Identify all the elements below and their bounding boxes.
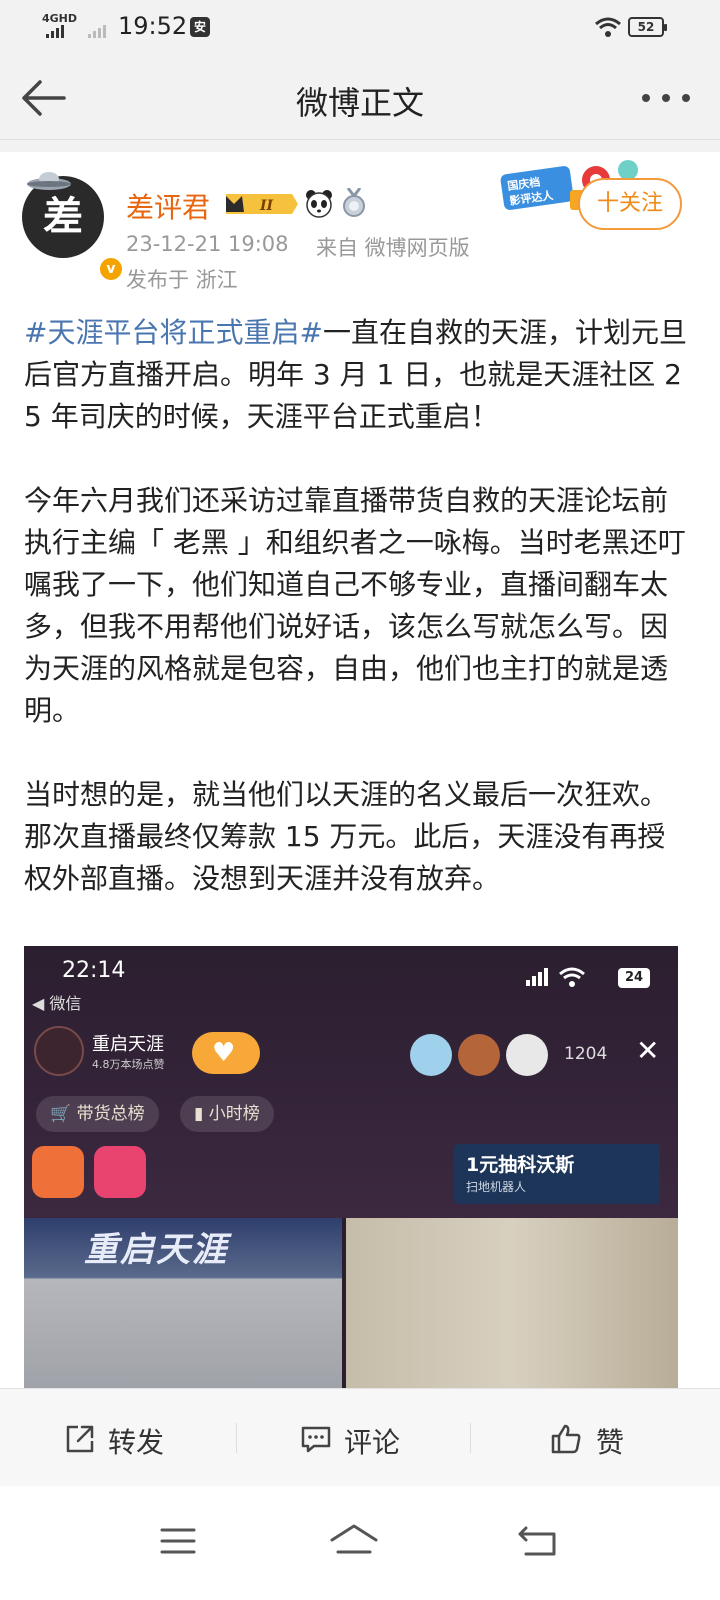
author-name[interactable]: 差评君: [126, 186, 210, 226]
promo-title: 1元抽科沃斯: [466, 1154, 575, 1176]
like-label: 赞: [596, 1426, 625, 1459]
like-button[interactable]: 赞: [480, 1389, 720, 1487]
level-text: II: [259, 198, 274, 214]
membership-level-icon: II: [226, 194, 298, 214]
post-location: 发布于 浙江: [126, 268, 238, 292]
chip-label: 小时榜: [208, 1104, 260, 1124]
sales-rank-chip: 🛒 带货总榜: [36, 1096, 159, 1132]
paragraph-text: 当时想的是，就当他们以天涯的名义最后一次狂欢。那次直播最终仅筹款 15 万元。此…: [24, 778, 669, 895]
follow-button[interactable]: 十关注: [578, 178, 682, 230]
comment-icon: [301, 1426, 331, 1453]
ufo-decoration-icon: [27, 172, 71, 190]
menu-icon[interactable]: [148, 1516, 208, 1566]
status-bar: 4GHD 19:52 安 52: [0, 0, 720, 58]
viewer-count: 1204: [564, 1044, 608, 1064]
post-source: 来自 微博网页版: [316, 236, 470, 260]
app-notification-icon: 安: [190, 17, 210, 37]
paragraph-3: 当时想的是，就当他们以天涯的名义最后一次狂欢。那次直播最终仅筹款 15 万元。此…: [24, 774, 692, 900]
follow-heart-button: ♥: [192, 1032, 260, 1074]
stream-banner-text: 重启天涯: [84, 1230, 228, 1270]
title-bar: 微博正文: [0, 58, 720, 140]
repost-button[interactable]: 转发: [0, 1389, 240, 1487]
post-timestamp: 23-12-21 19:08: [126, 232, 289, 256]
battery-icon: 52: [628, 17, 667, 37]
chip-label: 带货总榜: [76, 1104, 145, 1124]
back-icon[interactable]: [508, 1516, 568, 1566]
embedded-close-icon: ✕: [636, 1034, 660, 1067]
author-avatar[interactable]: 差 v: [22, 172, 124, 282]
viewer-avatar: [458, 1034, 500, 1076]
promo-banner: 1元抽科沃斯 扫地机器人: [454, 1144, 660, 1204]
comment-label: 评论: [344, 1426, 401, 1459]
comment-button[interactable]: 评论: [240, 1389, 480, 1487]
divider: [470, 1423, 471, 1453]
thumbs-up-icon: [551, 1424, 581, 1454]
room-title: 重启天涯: [92, 1034, 164, 1055]
red-packet-icon: [32, 1146, 84, 1198]
post-image[interactable]: 22:14 ◀ 微信 24 重启天涯 4.8万本场点赞 ♥ 1204 ✕ 🛒 带…: [24, 946, 678, 1388]
signal-icon-secondary: [88, 24, 112, 38]
room-avatar: [34, 1026, 84, 1076]
divider: [236, 1423, 237, 1453]
video-feed-right: [346, 1218, 678, 1388]
wifi-icon: [595, 17, 621, 37]
action-bar: 转发 评论 赞: [0, 1388, 720, 1486]
panda-icon: [306, 190, 332, 218]
hashtag-link[interactable]: #天涯平台将正式重启#: [24, 316, 323, 349]
paragraph-2: 今年六月我们还采访过靠直播带货自救的天涯论坛前执行主编「 老黑 」和组织者之一咏…: [24, 480, 692, 732]
post-card: 差 v 差评君 II 23-12-21 19:08 来自 微博网页版 发布于 浙…: [0, 152, 720, 1388]
post-body: #天涯平台将正式重启#一直在自救的天涯，计划元旦后官方直播开启。明年 3 月 1…: [24, 312, 692, 900]
embedded-back-label: ◀ 微信: [32, 994, 82, 1013]
embedded-battery: 24: [618, 968, 650, 988]
more-options-icon[interactable]: [642, 94, 690, 104]
embedded-clock: 22:14: [62, 958, 126, 983]
clock: 19:52: [118, 12, 188, 40]
verified-badge-icon: v: [98, 256, 124, 282]
repost-label: 转发: [108, 1426, 165, 1459]
signal-icon: [46, 24, 70, 38]
paragraph-text: 今年六月我们还采访过靠直播带货自救的天涯论坛前执行主编「 老黑 」和组织者之一咏…: [24, 484, 686, 727]
promo-subtitle: 扫地机器人: [466, 1180, 527, 1194]
gift-bag-icon: [94, 1146, 146, 1198]
room-subtitle: 4.8万本场点赞: [92, 1058, 165, 1071]
paragraph-1: #天涯平台将正式重启#一直在自救的天涯，计划元旦后官方直播开启。明年 3 月 1…: [24, 312, 692, 438]
system-nav-bar: [0, 1486, 720, 1600]
medal-icon: [343, 188, 365, 217]
viewer-avatar: [506, 1034, 548, 1076]
viewer-avatar: [410, 1034, 452, 1076]
page-title: 微博正文: [295, 84, 424, 122]
home-icon[interactable]: [324, 1516, 384, 1566]
hourly-rank-chip: ▮ 小时榜: [180, 1096, 274, 1132]
repost-icon: [66, 1425, 94, 1453]
